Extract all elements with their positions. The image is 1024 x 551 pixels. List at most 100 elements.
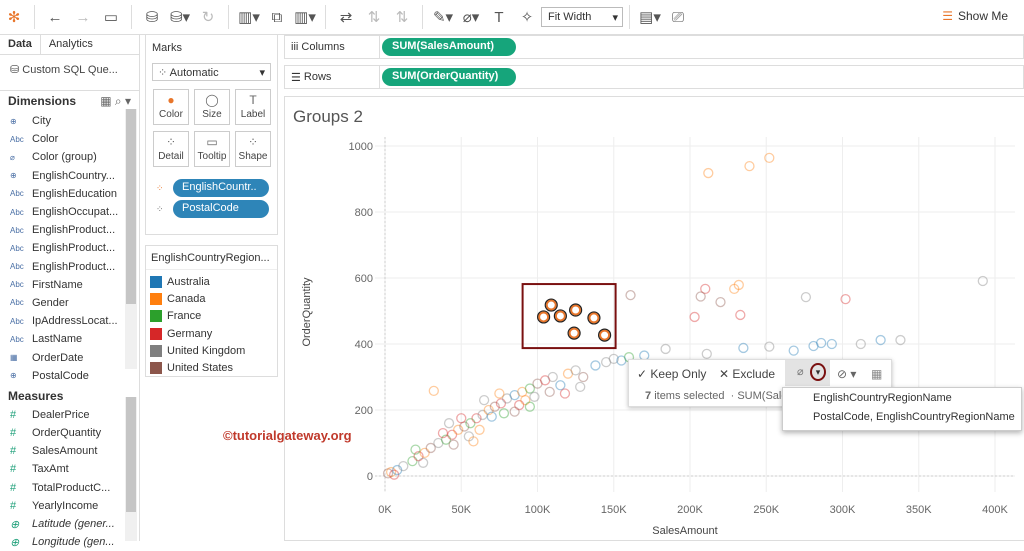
data-point[interactable] (514, 399, 525, 411)
legend-item[interactable]: United Kingdom (146, 342, 277, 359)
data-source[interactable]: ⛁ Custom SQL Que... (0, 55, 139, 91)
presentation-icon[interactable]: ⎚ (666, 5, 690, 29)
field-item[interactable]: # DealerPrice (0, 406, 124, 424)
selected-point[interactable] (599, 329, 611, 341)
field-item[interactable]: # YearlyIncome (0, 497, 124, 515)
field-item[interactable]: Abc EnglishProduct... (0, 258, 124, 276)
data-point[interactable] (494, 388, 505, 399)
data-point[interactable] (448, 439, 459, 450)
view-data-icon[interactable]: ▦ (871, 367, 882, 381)
data-point[interactable] (575, 381, 586, 393)
data-point[interactable] (875, 334, 886, 346)
new-datasource-icon[interactable]: ⛁ (140, 5, 164, 29)
data-point[interactable] (735, 309, 746, 321)
data-point[interactable] (625, 290, 636, 301)
data-point[interactable] (744, 160, 755, 172)
data-point[interactable] (715, 296, 726, 308)
pause-updates-icon[interactable]: ⛁▾ (168, 5, 192, 29)
data-point[interactable] (443, 418, 455, 429)
field-item[interactable]: # OrderQuantity (0, 424, 124, 442)
data-point[interactable] (578, 371, 589, 383)
field-item[interactable]: # SalesAmount (0, 442, 124, 460)
swap-icon[interactable]: ⇄ (334, 5, 358, 29)
marks-color-button[interactable]: ● Color (153, 89, 189, 125)
data-point[interactable] (407, 455, 418, 467)
new-worksheet-icon[interactable]: ▥▾ (237, 5, 261, 29)
clear-sheet-icon[interactable]: ▥▾ (293, 5, 317, 29)
data-point[interactable] (800, 291, 812, 303)
data-point[interactable] (703, 167, 714, 179)
sort-asc-icon[interactable]: ⇅ (362, 5, 386, 29)
marks-pill[interactable]: EnglishCountr.. (173, 179, 269, 197)
pin-icon[interactable]: ✧ (515, 5, 539, 29)
field-item[interactable]: Abc EnglishOccupat... (0, 203, 124, 221)
data-point[interactable] (895, 334, 906, 346)
scatter-plot[interactable]: 0K 50K 100K 150K 200K 250K 300K 350K 400K 0 200 400… (285, 97, 1024, 542)
field-item[interactable]: ⊕ Latitude (gener... (0, 515, 124, 533)
redo-icon[interactable]: → (71, 5, 95, 29)
data-point[interactable] (570, 365, 581, 376)
selected-point[interactable] (568, 327, 580, 339)
columns-pill[interactable]: SUM(SalesAmount) (382, 38, 516, 56)
data-point[interactable] (520, 394, 531, 406)
field-item[interactable]: # TaxAmt (0, 460, 124, 478)
legend-item[interactable]: France (146, 308, 277, 325)
marks-detail-button[interactable]: ⁘ Detail (153, 131, 189, 167)
data-point[interactable] (446, 429, 458, 440)
search-icon[interactable]: ▦ ⌕ ▾ (100, 94, 131, 109)
marks-label-button[interactable]: T Label (235, 89, 271, 125)
tab-data[interactable]: Data (0, 35, 41, 54)
field-item[interactable]: ⊕ EnglishCountry... (0, 167, 124, 185)
group-icon[interactable]: ⌀▾ (459, 5, 483, 29)
data-point[interactable] (547, 371, 558, 383)
selected-point[interactable] (554, 310, 566, 322)
duplicate-icon[interactable]: ⧉ (265, 5, 289, 29)
field-item[interactable]: ▦ OrderDate (0, 348, 124, 366)
marks-shape-button[interactable]: ⁘ Shape (235, 131, 271, 167)
field-item[interactable]: Abc IpAddressLocat... (0, 312, 124, 330)
field-item[interactable]: ⊕ Longitude (gen... (0, 533, 124, 551)
data-point[interactable] (417, 457, 429, 468)
data-point[interactable] (509, 406, 520, 417)
data-point[interactable] (544, 386, 555, 398)
selected-point[interactable] (538, 311, 550, 323)
rows-pill[interactable]: SUM(OrderQuantity) (382, 68, 516, 86)
field-item[interactable]: Abc EnglishEducation (0, 185, 124, 203)
legend-item[interactable]: Australia (146, 273, 277, 290)
legend-item[interactable]: United States (146, 359, 277, 376)
show-cards-icon[interactable]: ▤▾ (638, 5, 662, 29)
legend-item[interactable]: Germany (146, 325, 277, 342)
marks-size-button[interactable]: ◯ Size (194, 89, 230, 125)
group-members-button[interactable]: ⌀ ▾ (785, 360, 830, 386)
legend-item[interactable]: Canada (146, 290, 277, 307)
set-button[interactable]: ⊘ ▾ (837, 367, 856, 381)
tab-analytics[interactable]: Analytics (41, 35, 139, 54)
sort-desc-icon[interactable]: ⇅ (390, 5, 414, 29)
data-point[interactable] (428, 385, 439, 397)
data-point[interactable] (689, 311, 700, 323)
refresh-icon[interactable]: ↻ (196, 5, 220, 29)
field-item[interactable]: Abc Gender (0, 294, 124, 312)
show-me-button[interactable]: ☰ Show Me (942, 9, 1008, 23)
data-point[interactable] (474, 424, 485, 435)
data-point[interactable] (695, 291, 706, 302)
field-item[interactable]: ⊕ City (0, 112, 124, 130)
data-point[interactable] (816, 337, 827, 349)
data-point[interactable] (559, 388, 571, 399)
mark-type-dropdown[interactable]: ⁘ Automatic ▾ (152, 63, 271, 81)
data-point[interactable] (738, 342, 749, 354)
dimensions-scrollbar[interactable] (125, 109, 137, 369)
chevron-down-icon[interactable]: ▾ (810, 363, 826, 381)
field-item[interactable]: ⌀ Color (group) (0, 148, 124, 166)
field-item[interactable]: ⊕ PostalCode (0, 367, 124, 385)
field-item[interactable]: Abc EnglishProduct... (0, 239, 124, 257)
field-item[interactable]: Abc LastName (0, 330, 124, 348)
legend-title[interactable]: EnglishCountryRegion... (146, 246, 277, 270)
keep-only-button[interactable]: ✓ Keep Only (637, 367, 706, 381)
save-icon[interactable]: ▭ (99, 5, 123, 29)
field-item[interactable]: Abc Color (0, 130, 124, 148)
undo-icon[interactable]: ← (43, 5, 67, 29)
selected-point[interactable] (545, 299, 557, 311)
measures-scrollbar[interactable] (125, 397, 137, 541)
highlight-icon[interactable]: ✎▾ (431, 5, 455, 29)
